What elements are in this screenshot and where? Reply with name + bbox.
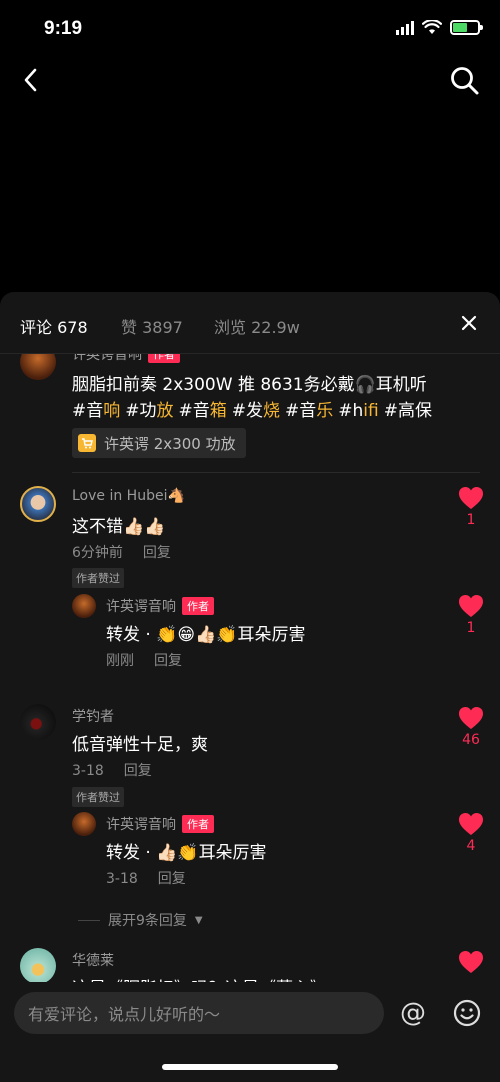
comment-username[interactable]: Love in Hubei🐴 — [72, 488, 185, 504]
reply-time: 刚刚 — [106, 653, 134, 669]
hashtag-link[interactable]: #高保 — [384, 401, 432, 421]
comment-time: 3-18 — [72, 763, 104, 779]
comment-input-bar: 有爱评论，说点儿好听的～ @ — [0, 982, 500, 1082]
reply-button[interactable]: 回复 — [154, 653, 182, 669]
author-avatar[interactable] — [72, 594, 96, 618]
expand-replies[interactable]: 展开9条回复 ▼ — [78, 910, 203, 930]
author-tag: 作者 — [182, 815, 214, 833]
comments-sheet: 评论 678 赞 3897 浏览 22.9w 许英谔音响 作者 胭脂扣前奏 2x3… — [0, 292, 500, 1082]
like-count: 1 — [466, 620, 476, 636]
wifi-icon — [422, 20, 442, 34]
hashtag-link[interactable]: #hifi — [338, 401, 378, 421]
reply-text: 转发 · 👍🏻👏耳朵厉害 — [106, 843, 267, 863]
post-text-line1: 胭脂扣前奏 2x300W 推 8631务必戴🎧耳机听 — [72, 375, 427, 395]
reply-text: 转发 · 👏😁👍🏻👏耳朵厉害 — [106, 625, 306, 645]
home-indicator — [162, 1064, 338, 1070]
tab-views[interactable]: 浏览 22.9w — [214, 314, 300, 338]
reply-meta: 刚刚 回复 — [106, 650, 182, 670]
hashtag-link[interactable]: #音响 — [72, 401, 120, 421]
like-button[interactable]: 1 — [456, 486, 486, 528]
reply-time: 3-18 — [106, 871, 138, 887]
comment-text: 这是《胭脂扣》吗？这是《葬心》 — [72, 974, 327, 982]
author-tag: 作者 — [182, 597, 214, 615]
author-avatar[interactable] — [20, 354, 56, 380]
hashtag-link[interactable]: #功放 — [125, 401, 173, 421]
expand-label: 展开9条回复 — [108, 913, 187, 929]
like-count: 46 — [462, 732, 480, 748]
heart-icon — [459, 813, 483, 835]
status-time: 9:19 — [44, 18, 83, 39]
product-link[interactable]: 许英谔 2x300 功放 — [72, 428, 246, 458]
mention-icon[interactable]: @ — [398, 998, 428, 1028]
top-nav — [0, 60, 500, 100]
cellular-signal-icon — [396, 20, 414, 35]
author-liked-badge: 作者赞过 — [72, 787, 124, 807]
heart-icon — [459, 951, 483, 973]
hashtag-link[interactable]: #音乐 — [285, 401, 333, 421]
search-icon[interactable] — [448, 64, 482, 98]
reply-username[interactable]: 许英谔音响 作者 — [106, 814, 214, 834]
reply-username[interactable]: 许英谔音响 作者 — [106, 596, 214, 616]
comment-meta: 3-18 回复 — [72, 760, 152, 780]
like-button[interactable]: 46 — [456, 706, 486, 748]
heart-icon — [459, 707, 483, 729]
commenter-avatar[interactable] — [20, 486, 56, 522]
tab-comments[interactable]: 评论 678 — [20, 314, 88, 338]
hashtag-link[interactable]: #音箱 — [179, 401, 227, 421]
status-bar: 9:19 — [0, 0, 500, 56]
heart-icon — [459, 487, 483, 509]
battery-icon — [450, 20, 483, 35]
product-label: 许英谔 2x300 功放 — [104, 434, 236, 453]
comment-list[interactable]: 许英谔音响 作者 胭脂扣前奏 2x300W 推 8631务必戴🎧耳机听 #音响 #功… — [0, 354, 500, 982]
comment-input[interactable]: 有爱评论，说点儿好听的～ — [14, 992, 384, 1034]
comment-text: 低音弹性十足，爽 — [72, 735, 208, 755]
chevron-down-icon: ▼ — [194, 914, 203, 926]
hashtag-link[interactable]: #发烧 — [232, 401, 280, 421]
heart-icon — [459, 595, 483, 617]
author-liked-badge: 作者赞过 — [72, 568, 124, 588]
tab-likes[interactable]: 赞 3897 — [121, 314, 183, 338]
like-button[interactable] — [456, 950, 486, 974]
comment-meta: 6分钟前 回复 — [72, 542, 171, 562]
reply-button[interactable]: 回复 — [124, 763, 152, 779]
back-icon[interactable] — [16, 64, 48, 96]
author-tag: 作者 — [148, 354, 180, 363]
post-hashtags: #音响 #功放 #音箱 #发烧 #音乐 #hifi #高保 — [72, 396, 432, 421]
commenter-avatar[interactable] — [20, 948, 56, 982]
author-avatar[interactable] — [72, 812, 96, 836]
comment-username[interactable]: 华德莱 — [72, 950, 114, 970]
like-count: 1 — [466, 512, 476, 528]
comment-text: 这不错👍🏻👍🏻 — [72, 517, 166, 537]
comment-time: 6分钟前 — [72, 545, 123, 561]
like-button[interactable]: 4 — [456, 812, 486, 854]
reply-button[interactable]: 回复 — [143, 545, 171, 561]
close-icon[interactable] — [458, 312, 480, 334]
commenter-avatar[interactable] — [20, 704, 56, 740]
like-count: 4 — [466, 838, 476, 854]
status-icons — [396, 20, 483, 35]
reply-meta: 3-18 回复 — [106, 868, 186, 888]
like-button[interactable]: 1 — [456, 594, 486, 636]
emoji-icon[interactable] — [452, 998, 482, 1028]
comment-username[interactable]: 学钓者 — [72, 706, 114, 726]
divider — [72, 472, 480, 473]
reply-button[interactable]: 回复 — [158, 871, 186, 887]
cart-icon — [78, 434, 96, 452]
post-author[interactable]: 许英谔音响 作者 — [72, 354, 180, 364]
sheet-header: 评论 678 赞 3897 浏览 22.9w — [0, 292, 500, 354]
